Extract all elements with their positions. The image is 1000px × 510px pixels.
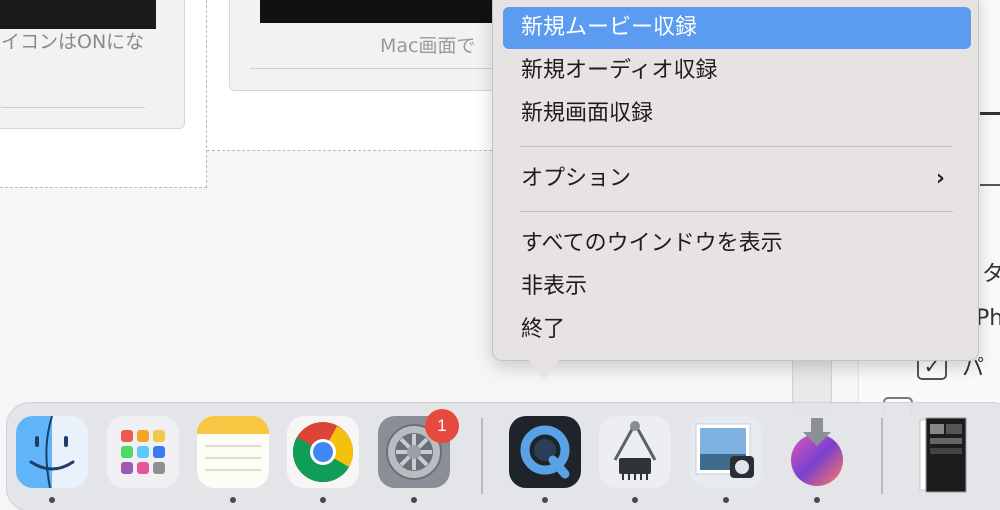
panel-text: Ph — [976, 306, 1000, 331]
system-information-icon[interactable] — [599, 416, 671, 488]
menu-item-show-all-windows[interactable]: すべてのウインドウを表示 — [503, 223, 971, 265]
menu-item-label: オプション — [521, 166, 632, 191]
divider — [250, 68, 500, 69]
quicktime-icon[interactable] — [509, 416, 581, 488]
menu-item-label: 非表示 — [521, 274, 588, 299]
card-thumbnail — [260, 0, 500, 23]
running-indicator — [230, 497, 236, 503]
menu-item-options[interactable]: オプション › — [503, 158, 971, 200]
content-card[interactable]: イコンはONにな — [0, 0, 185, 129]
running-indicator — [411, 497, 417, 503]
chrome-icon[interactable] — [287, 416, 359, 488]
running-indicator — [320, 497, 326, 503]
preview-icon[interactable] — [690, 416, 762, 488]
menu-separator — [520, 211, 953, 212]
menu-item-new-movie-recording[interactable]: 新規ムービー収録 — [503, 7, 971, 49]
running-indicator — [542, 497, 548, 503]
divider — [980, 112, 1000, 115]
card-caption: Mac画面で — [380, 35, 476, 57]
chevron-right-icon: › — [935, 166, 945, 191]
running-indicator — [49, 497, 55, 503]
menu-separator — [520, 146, 953, 147]
dock-divider — [481, 418, 483, 494]
notes-icon[interactable] — [197, 416, 269, 488]
menu-item-label: 終了 — [521, 317, 566, 342]
menu-item-hide[interactable]: 非表示 — [503, 266, 971, 308]
stack-icon[interactable] — [912, 416, 984, 493]
divider — [1, 107, 145, 108]
monterey-installer-icon[interactable] — [781, 416, 853, 488]
dock-context-menu: 新規ムービー収録 新規オーディオ収録 新規画面収録 オプション › すべてのウイ… — [492, 0, 979, 361]
card-caption: イコンはONにな — [1, 31, 145, 53]
menu-item-new-audio-recording[interactable]: 新規オーディオ収録 — [503, 50, 971, 92]
notification-badge: 1 — [425, 409, 459, 443]
running-indicator — [632, 497, 638, 503]
launchpad-icon[interactable] — [107, 416, 179, 488]
panel-text: タ — [982, 262, 1000, 287]
menu-item-new-screen-recording[interactable]: 新規画面収録 — [503, 93, 971, 135]
card-thumbnail — [0, 0, 156, 29]
menu-item-label: 新規オーディオ収録 — [521, 58, 718, 83]
dock-divider — [881, 418, 883, 494]
menu-item-label: 新規ムービー収録 — [521, 15, 698, 40]
menu-item-label: 新規画面収録 — [521, 101, 654, 126]
content-card[interactable]: Mac画面で — [229, 0, 509, 91]
finder-icon[interactable] — [16, 416, 88, 488]
menu-item-label: すべてのウインドウを表示 — [521, 231, 783, 256]
menu-item-quit[interactable]: 終了 — [503, 309, 971, 351]
divider — [980, 184, 1000, 186]
menu-pointer-arrow — [528, 359, 560, 379]
running-indicator — [723, 497, 729, 503]
running-indicator — [814, 497, 820, 503]
